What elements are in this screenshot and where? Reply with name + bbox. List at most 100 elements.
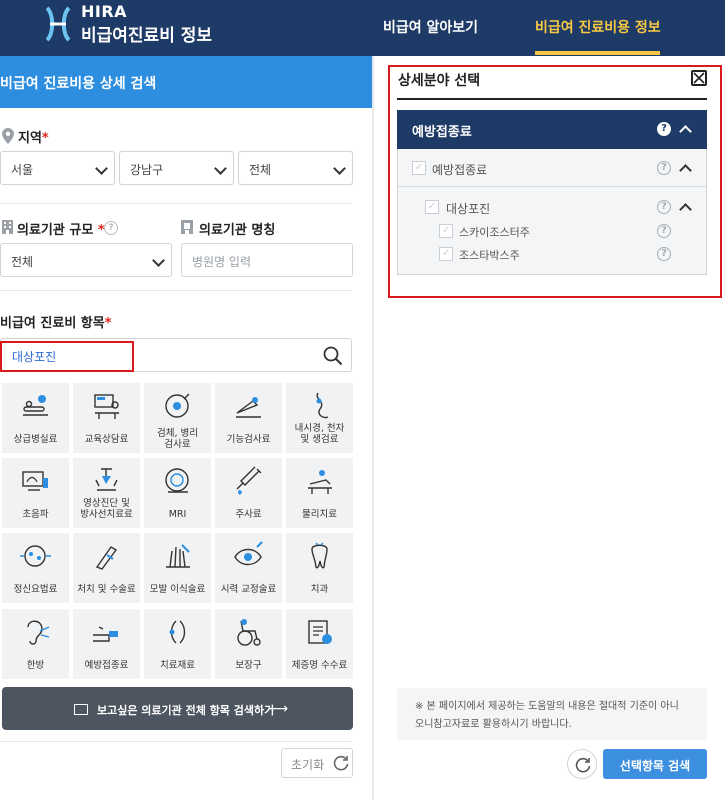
scale-label: 의료기관 규모 * <box>17 223 105 238</box>
tree-item-label[interactable]: 조스타박스주 <box>459 247 520 263</box>
tile-label: 제증명 수수료 <box>291 660 348 671</box>
checkbox[interactable]: ✓ <box>439 224 453 238</box>
tile-certificate-fee[interactable]: 제증명 수수료 <box>286 609 353 679</box>
tile-label: MRI <box>168 509 187 520</box>
tile-counseling[interactable]: 교육상담료 <box>73 383 140 453</box>
search-all-button[interactable]: 보고싶은 의료기관 전체 항목 검색하기 ⟶ <box>2 687 353 730</box>
syringe-icon <box>236 466 262 495</box>
left-panel-title: 비급여 진료비용 상세 검색 <box>0 76 157 92</box>
search-icon[interactable] <box>323 346 343 366</box>
tile-label: 정신요법료 <box>13 584 58 595</box>
tree-item-label[interactable]: 대상포진 <box>446 200 490 217</box>
site-header: HIRA 비급여진료비 정보 비급여 알아보기 비급여 진료비용 정보 <box>0 0 725 56</box>
divider <box>0 203 352 204</box>
tile-label: 치료재료 <box>160 660 195 671</box>
logo-title[interactable]: HIRA <box>81 2 127 21</box>
checkbox[interactable]: ✓ <box>412 161 426 175</box>
tile-label: 초음파 <box>22 509 49 520</box>
brain-icon <box>20 545 51 567</box>
nav-cost-info[interactable]: 비급여 진료비용 정보 <box>535 17 661 37</box>
tile-lab-test[interactable]: 검체, 병리 검사료 <box>144 383 211 453</box>
scale-select[interactable]: 전체 <box>0 243 172 277</box>
tile-label: 예방접종료 <box>84 660 129 671</box>
vaccine-icon <box>93 626 118 642</box>
tree-item-label[interactable]: 예방접종료 <box>432 161 487 178</box>
help-icon[interactable]: ? <box>104 221 118 235</box>
tile-psychotherapy[interactable]: 정신요법료 <box>2 533 69 603</box>
highlight-box <box>0 341 134 372</box>
hospital-name-icon <box>181 220 193 234</box>
tile-label: 처치 및 수술료 <box>77 584 136 595</box>
hospital-bed-icon <box>23 395 48 416</box>
region-dong-select[interactable]: 전체 <box>238 151 353 185</box>
help-icon[interactable]: ? <box>657 161 671 175</box>
tile-hair-transplant[interactable]: 모발 이식술료 <box>144 533 211 603</box>
help-icon[interactable]: ? <box>657 247 671 261</box>
notice-box <box>397 688 707 740</box>
hospital-name-input[interactable]: 병원명 입력 <box>181 243 353 277</box>
refresh-button[interactable] <box>567 749 597 779</box>
tile-label: 교육상담료 <box>84 434 129 445</box>
tooth-icon <box>311 542 328 569</box>
detail-panel-title: 상세분야 선택 <box>398 73 481 89</box>
tile-radiology[interactable]: 영상진단 및 방사선치료료 <box>73 458 140 528</box>
divider <box>398 186 706 187</box>
close-icon[interactable] <box>691 70 707 86</box>
tile-vision-correction[interactable]: 시력 교정술료 <box>215 533 282 603</box>
tile-oriental-medicine[interactable]: 한방 <box>2 609 69 679</box>
tile-hospital-bed[interactable]: 상급병실료 <box>2 383 69 453</box>
notice-text: ※ 본 페이지에서 제공하는 도움말의 내용은 절대적 기준이 아니 <box>415 701 679 712</box>
tile-mri[interactable]: MRI <box>144 458 211 528</box>
help-icon[interactable]: ? <box>657 122 671 136</box>
ultrasound-icon <box>22 471 48 491</box>
tile-label: 주사료 <box>235 509 262 520</box>
tree-item-label[interactable]: 스카이조스터주 <box>459 224 530 240</box>
tile-dental[interactable]: 치과 <box>286 533 353 603</box>
tile-label: 내시경, 천자 및 생검료 <box>294 423 345 445</box>
region-city-select[interactable]: 서울 <box>0 151 115 185</box>
reset-label: 초기화 <box>291 758 325 772</box>
tile-label: 한방 <box>26 660 45 671</box>
tile-label: 치과 <box>310 584 329 595</box>
reset-button[interactable]: 초기화 <box>281 748 353 778</box>
eye-icon <box>234 541 263 566</box>
refresh-icon <box>333 755 349 771</box>
tile-label: 시력 교정술료 <box>220 584 277 595</box>
hira-logo-icon[interactable] <box>44 6 72 42</box>
active-nav-indicator <box>535 51 660 55</box>
function-test-icon <box>236 397 261 418</box>
submit-search-button[interactable]: 선택항목 검색 <box>603 749 707 779</box>
tile-label: 보장구 <box>235 660 262 671</box>
logo-subtitle[interactable]: 비급여진료비 정보 <box>81 21 212 46</box>
tile-syringe[interactable]: 주사료 <box>215 458 282 528</box>
lab-test-icon <box>165 393 190 418</box>
checkbox[interactable]: ✓ <box>425 200 439 214</box>
tile-surgery[interactable]: 처치 및 수술료 <box>73 533 140 603</box>
tile-assistive-device[interactable]: 보장구 <box>215 609 282 679</box>
region-district-select[interactable]: 강남구 <box>119 151 234 185</box>
building-icon <box>2 220 13 234</box>
search-all-label: 보고싶은 의료기관 전체 항목 검색하기 <box>97 704 275 717</box>
hair-icon <box>166 544 190 568</box>
nav-about-noncovered[interactable]: 비급여 알아보기 <box>383 17 478 37</box>
help-icon[interactable]: ? <box>657 224 671 238</box>
help-icon[interactable]: ? <box>657 200 671 214</box>
arrow-right-icon: ⟶ <box>268 701 289 717</box>
divider <box>0 741 352 742</box>
acupuncture-icon <box>27 620 50 645</box>
tile-treatment-material[interactable]: 치료재료 <box>144 609 211 679</box>
wheelchair-icon <box>237 619 261 646</box>
tile-label: 기능검사료 <box>226 434 271 445</box>
tile-function-test[interactable]: 기능검사료 <box>215 383 282 453</box>
tile-label: 검체, 병리 검사료 <box>157 428 198 450</box>
submit-search-label: 선택항목 검색 <box>619 759 691 773</box>
surgery-icon <box>95 546 118 570</box>
tile-ultrasound[interactable]: 초음파 <box>2 458 69 528</box>
hospital-name-label: 의료기관 명칭 <box>199 223 276 238</box>
checkbox[interactable]: ✓ <box>439 247 453 261</box>
title-underline <box>397 98 707 100</box>
tile-vaccination[interactable]: 예방접종료 <box>73 609 140 679</box>
tile-physiotherapy[interactable]: 물리치료 <box>286 458 353 528</box>
refresh-icon <box>575 757 591 773</box>
tile-endoscope[interactable]: 내시경, 천자 및 생검료 <box>286 383 353 453</box>
